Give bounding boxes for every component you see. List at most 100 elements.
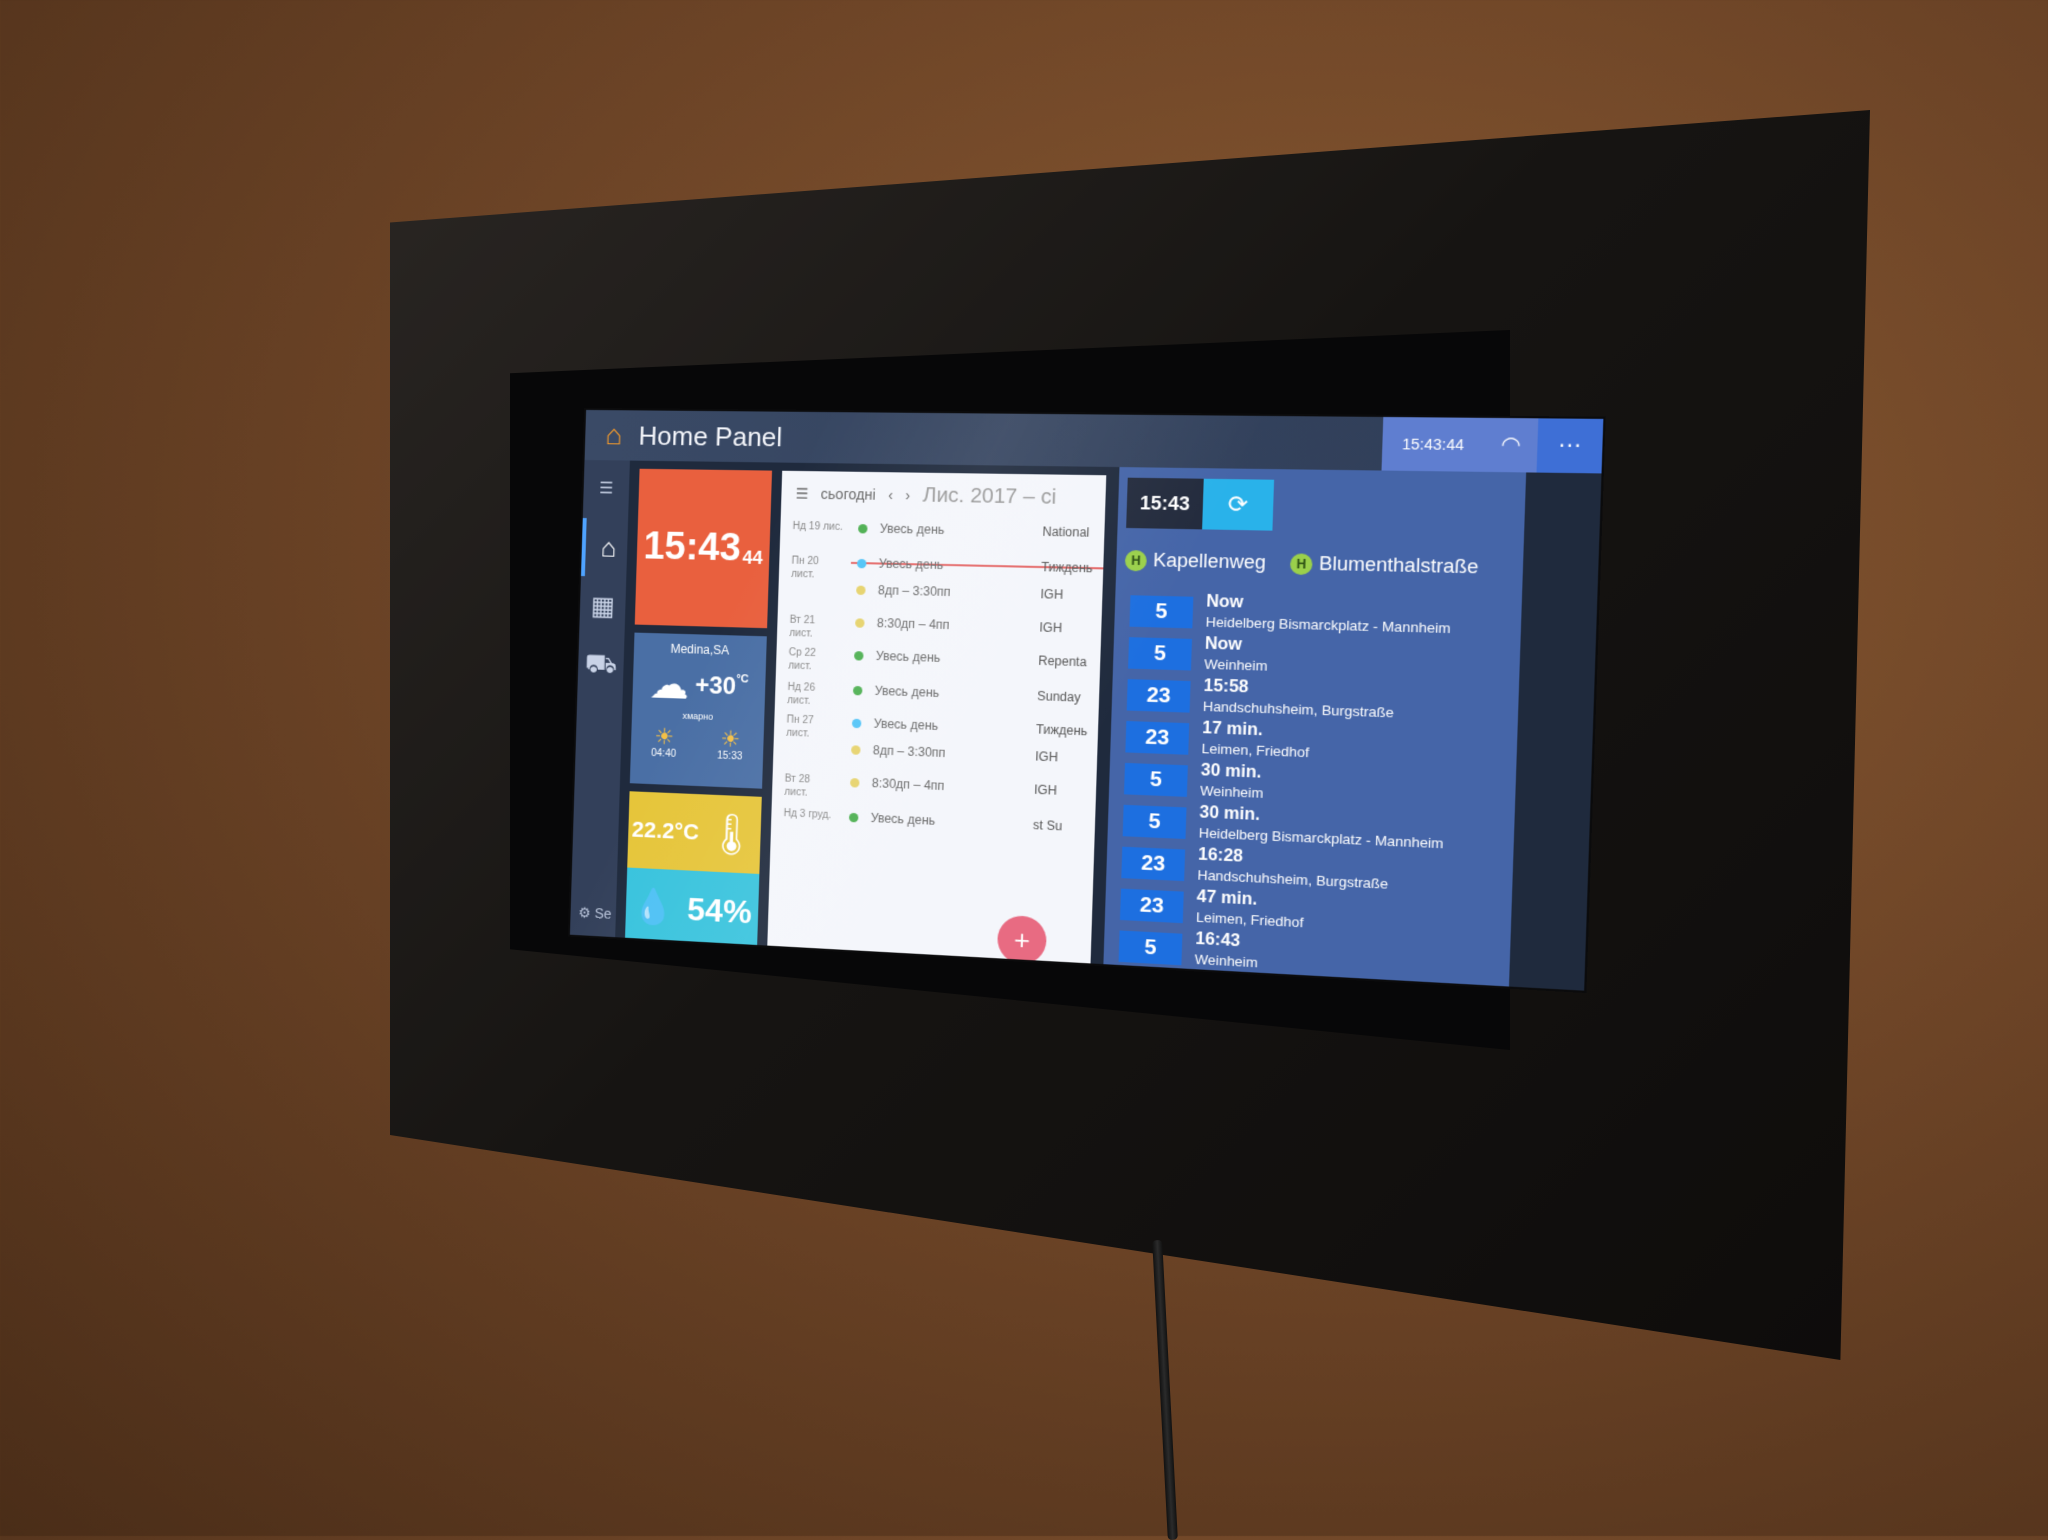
stop-blumenthalstrasse[interactable]: H Blumenthalstraße bbox=[1289, 552, 1479, 579]
calendar-date: Нд 19 лис. bbox=[792, 520, 843, 534]
weather-temp-unit: °C bbox=[736, 673, 749, 686]
transit-panel: 15:43 ⟳ H Kapellenweg H Blumenthalstraße 5… bbox=[1103, 467, 1527, 987]
stop-kapellenweg[interactable]: H Kapellenweg bbox=[1124, 549, 1267, 574]
calendar-event[interactable]: Увесь день bbox=[852, 683, 940, 701]
power-cable bbox=[1152, 1239, 1178, 1540]
calendar-row[interactable]: Вт 21 лист. 8:30дп – 4пп IGH bbox=[778, 613, 1102, 640]
calendar-event[interactable]: Увесь день bbox=[856, 556, 944, 573]
sidebar-item-home[interactable]: ⌂ bbox=[580, 518, 633, 578]
line-badge: 23 bbox=[1121, 846, 1186, 882]
line-badge: 5 bbox=[1129, 595, 1194, 629]
humidity-tile[interactable]: 💧 54% bbox=[624, 867, 760, 952]
calendar-event[interactable]: Увесь день bbox=[854, 648, 941, 665]
line-badge: 23 bbox=[1125, 721, 1190, 755]
departure-destination: Weinheim bbox=[1204, 656, 1268, 674]
departure-time: 47 min. bbox=[1196, 888, 1258, 909]
sidebar-item-transit[interactable]: ⛟ bbox=[577, 634, 624, 694]
stop-name: Blumenthalstraße bbox=[1318, 552, 1479, 578]
departure-destination: Weinheim bbox=[1194, 951, 1259, 971]
calendar-event[interactable]: 8:30дп – 4пп bbox=[855, 615, 950, 632]
calendar-event-title[interactable]: National bbox=[1042, 524, 1089, 539]
calendar-row[interactable]: Нд 19 лис. Увесь день National bbox=[781, 520, 1105, 540]
calendar-event[interactable]: Увесь день bbox=[848, 810, 936, 828]
more-menu-button[interactable]: ⋯ bbox=[1536, 418, 1604, 474]
calendar-row[interactable]: Вт 28 лист. 8:30дп – 4пп IGH bbox=[773, 772, 1097, 798]
water-drop-icon: 💧 bbox=[631, 886, 676, 928]
settings-label: Se bbox=[594, 905, 612, 922]
clock-tile[interactable]: 15:43 44 bbox=[634, 468, 773, 629]
calendar-event[interactable]: 8дп – 3:30пп bbox=[851, 742, 946, 760]
event-time: Увесь день bbox=[875, 648, 941, 665]
sunrise: ☀ 04:40 bbox=[650, 724, 677, 760]
event-time: Увесь день bbox=[874, 683, 940, 701]
calendar-row[interactable]: Нд 26 лист. Увесь день Sunday bbox=[776, 680, 1100, 707]
calendar-date: Нд 3 груд. bbox=[783, 807, 832, 822]
calendar-date: Нд 26 лист. bbox=[787, 681, 816, 707]
event-dot bbox=[854, 651, 864, 661]
calendar-event[interactable]: 8:30дп – 4пп bbox=[850, 775, 945, 793]
temperature-tile[interactable]: 22.2°C 🌡 bbox=[627, 791, 762, 874]
home-logo-icon: ⌂ bbox=[605, 419, 623, 451]
line-badge: 5 bbox=[1128, 637, 1192, 671]
sidebar-item-calendar[interactable]: ▦ bbox=[579, 576, 626, 635]
calendar-date: Вт 21 лист. bbox=[789, 614, 816, 640]
calendar-event-title[interactable]: IGH bbox=[1039, 620, 1062, 635]
calendar-event[interactable]: Увесь день bbox=[851, 716, 938, 733]
clock-time: 15:43 bbox=[642, 525, 742, 570]
calendar-event-title[interactable]: IGH bbox=[1034, 782, 1057, 797]
menu-icon[interactable]: ☰ bbox=[795, 485, 808, 503]
line-badge: 5 bbox=[1123, 762, 1188, 797]
next-icon[interactable]: › bbox=[905, 487, 910, 504]
event-time: 8дп – 3:30пп bbox=[877, 583, 951, 600]
event-time: Увесь день bbox=[870, 810, 936, 828]
calendar-event-title[interactable]: IGH bbox=[1040, 587, 1063, 602]
line-badge: 5 bbox=[1122, 804, 1187, 840]
clock-seconds: 44 bbox=[742, 547, 764, 569]
calendar-row[interactable]: Ср 22 лист. Увесь день Repenta bbox=[777, 646, 1101, 672]
calendar-event-title[interactable]: Тиждень bbox=[1041, 560, 1093, 576]
calendar-row[interactable]: Пн 27 лист. Увесь день Тиждень bbox=[775, 713, 1099, 739]
calendar-row[interactable]: Нд 3 груд. Увесь день st Su bbox=[772, 806, 1095, 834]
hamburger-menu-icon[interactable]: ☰ bbox=[583, 460, 630, 519]
event-dot bbox=[856, 559, 867, 569]
sunrise-time: 04:40 bbox=[650, 747, 677, 760]
weather-temp: +30°C bbox=[695, 672, 749, 702]
event-time: Увесь день bbox=[878, 556, 944, 573]
bus-stop-icon: H bbox=[1124, 550, 1148, 572]
month-label: Лис. 2017 – сі bbox=[922, 483, 1057, 509]
title-bar: ⌂ Home Panel 15:43:44 ◠ ⋯ bbox=[584, 409, 1604, 474]
event-time: 8:30дп – 4пп bbox=[871, 775, 945, 794]
calendar-event[interactable]: Увесь день bbox=[858, 521, 945, 537]
add-event-button[interactable]: + bbox=[996, 914, 1048, 966]
event-time: Увесь день bbox=[879, 521, 945, 538]
departure-destination: Heidelberg Bismarckplatz - Mannheim bbox=[1205, 613, 1451, 637]
weather-tile[interactable]: Medina,SA ☁ +30°C хмарно ☀ 04:40 ☀ 15:33 bbox=[629, 632, 767, 789]
line-badge: 23 bbox=[1119, 888, 1184, 924]
calendar-event-title[interactable]: Repenta bbox=[1038, 653, 1087, 669]
event-dot bbox=[856, 585, 866, 596]
calendar-event[interactable]: 8дп – 3:30пп bbox=[856, 582, 951, 599]
departure-destination: Leimen, Friedhof bbox=[1201, 740, 1310, 761]
departure-destination: Weinheim bbox=[1199, 782, 1264, 802]
calendar-event-title[interactable]: Тиждень bbox=[1036, 722, 1088, 738]
departure-destination: Handschuhsheim, Burgstraße bbox=[1197, 866, 1389, 892]
calendar-date: Пн 27 лист. bbox=[785, 714, 814, 740]
prev-icon[interactable]: ‹ bbox=[888, 487, 893, 504]
calendar-row[interactable]: Пн 20 лист. Увесь день Тиждень bbox=[780, 554, 1104, 580]
tile-column: 15:43 44 Medina,SA ☁ +30°C хмарно ☀ 04:40… bbox=[624, 468, 773, 952]
home-icon: ⌂ bbox=[600, 532, 617, 563]
event-time: 8:30дп – 4пп bbox=[876, 615, 950, 633]
home-panel-screen: ⌂ Home Panel 15:43:44 ◠ ⋯ ☰ ⌂ ▦ ⛟ ⚙ Se 1… bbox=[569, 409, 1604, 991]
calendar-event-title[interactable]: Sunday bbox=[1037, 689, 1081, 705]
wifi-icon[interactable]: ◠ bbox=[1484, 418, 1539, 473]
cloud-icon: ☁ bbox=[648, 662, 690, 708]
refresh-icon[interactable]: ⟳ bbox=[1202, 478, 1275, 531]
today-button[interactable]: сьогодні bbox=[821, 486, 876, 503]
event-dot bbox=[855, 618, 865, 629]
stop-name: Kapellenweg bbox=[1152, 549, 1267, 573]
line-badge: 23 bbox=[1126, 679, 1191, 713]
calendar-panel: ☰ сьогодні ‹ › Лис. 2017 – сі Нд 19 лис.… bbox=[767, 470, 1107, 967]
calendar-event-title[interactable]: st Su bbox=[1033, 818, 1063, 834]
sidebar-item-settings[interactable]: ⚙ Se bbox=[578, 904, 612, 923]
calendar-event-title[interactable]: IGH bbox=[1035, 749, 1058, 764]
